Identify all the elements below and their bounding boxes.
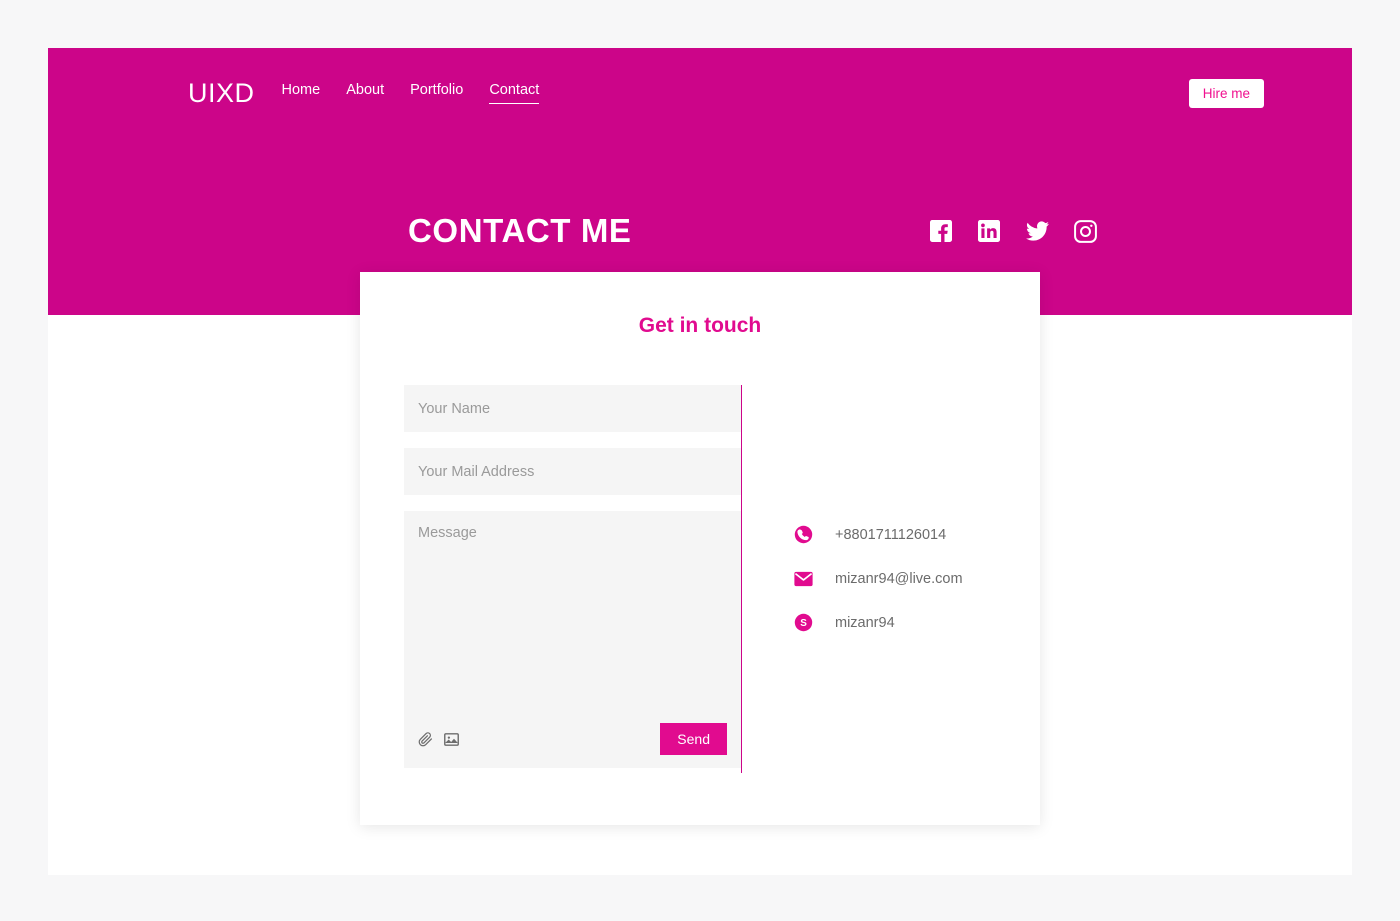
svg-text:S: S [800,618,807,629]
social-links [928,218,1098,244]
message-box: Send [404,511,741,768]
twitter-icon[interactable] [1024,218,1050,244]
contact-item-email[interactable]: mizanr94@live.com [794,569,996,588]
contact-item-skype[interactable]: S mizanr94 [794,613,996,632]
brand-logo[interactable]: UIXD [188,78,255,109]
mail-icon [794,569,813,588]
page-title: CONTACT ME [408,212,632,249]
phone-icon [794,525,813,544]
name-input[interactable] [404,385,741,432]
paperclip-icon[interactable] [418,731,433,747]
contact-list: +8801711126014 mizanr94@live.com S mizan… [794,525,996,632]
card-title: Get in touch [638,314,762,337]
nav-link-contact[interactable]: Contact [489,82,540,104]
skype-icon: S [794,613,813,632]
contact-item-phone[interactable]: +8801711126014 [794,525,996,544]
nav-link-about[interactable]: About [346,82,384,103]
image-icon[interactable] [443,731,460,748]
instagram-icon[interactable] [1072,218,1098,244]
contact-value-email: mizanr94@live.com [835,570,963,587]
nav-link-portfolio[interactable]: Portfolio [410,82,463,103]
contact-info: +8801711126014 mizanr94@live.com S mizan… [741,385,996,773]
message-toolbar: Send [404,710,741,768]
email-input[interactable] [404,448,741,495]
contact-form: Send [404,385,741,773]
hire-me-button[interactable]: Hire me [1188,78,1264,108]
nav-links: Home About Portfolio Contact [282,82,540,104]
contact-value-skype: mizanr94 [835,614,895,631]
attachment-icons [418,731,460,748]
hero-row: CONTACT ME [408,186,1100,276]
card-body: Send +8801711126014 [404,385,996,773]
message-input[interactable] [404,511,741,706]
contact-page: UIXD Home About Portfolio Contact Hire m… [0,0,1400,921]
linkedin-icon[interactable] [976,218,1002,244]
facebook-icon[interactable] [928,218,954,244]
send-button[interactable]: Send [660,723,727,755]
contact-value-phone: +8801711126014 [835,526,947,543]
navbar: UIXD Home About Portfolio Contact Hire m… [188,70,1264,116]
contact-card: Get in touch Your Name Your Mail Address… [360,272,1040,825]
nav-link-home[interactable]: Home [282,82,321,103]
